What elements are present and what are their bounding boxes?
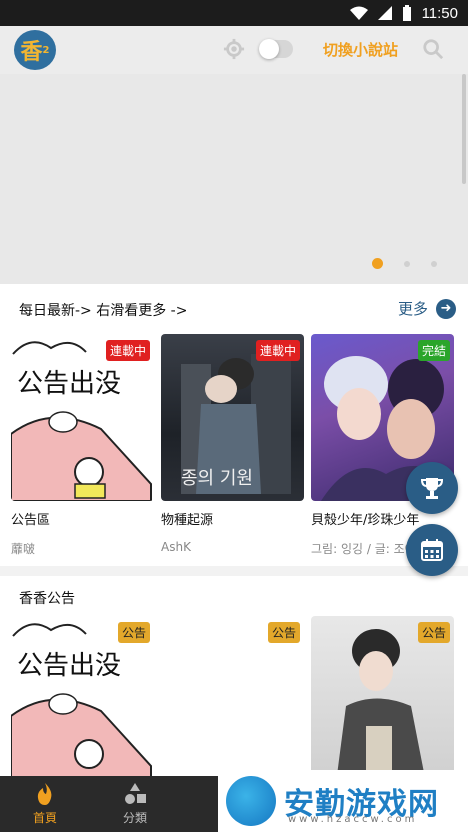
switch-site-button[interactable]: 切換小說站 bbox=[323, 39, 398, 60]
carousel-dot[interactable] bbox=[372, 258, 383, 269]
signal-icon bbox=[377, 6, 392, 20]
comic-author: AshK bbox=[161, 540, 191, 554]
comic-cover: 종의 기원 連載中 bbox=[161, 334, 304, 501]
notice-cover: 公告 bbox=[311, 616, 454, 776]
comic-title: 物種起源 bbox=[161, 513, 214, 528]
notice-section: 香香公告 公告出没 公告 公告 公告 bbox=[0, 576, 468, 776]
top-bar: 香2 切換小說站 bbox=[0, 26, 468, 74]
gear-icon[interactable] bbox=[223, 38, 245, 60]
daily-section: 每日最新-> 右滑看更多 -> 更多 ➜ 公告出没 連載中 公告區 蘼啵 종의 … bbox=[0, 284, 468, 566]
carousel-dot[interactable] bbox=[404, 260, 410, 267]
scrollbar[interactable] bbox=[462, 74, 466, 184]
logo-sup: 2 bbox=[42, 44, 50, 56]
flame-icon bbox=[37, 782, 52, 805]
battery-icon bbox=[402, 5, 411, 21]
calendar-button[interactable] bbox=[406, 524, 458, 576]
arrow-right-icon: ➜ bbox=[436, 298, 456, 319]
toggle-knob bbox=[259, 39, 279, 59]
section-title: 每日最新-> 右滑看更多 -> bbox=[19, 303, 188, 319]
search-icon[interactable] bbox=[422, 38, 444, 60]
notice-badge: 公告 bbox=[417, 622, 450, 643]
shapes-icon bbox=[125, 782, 146, 804]
more-button[interactable]: 更多 ➜ bbox=[398, 298, 456, 319]
notice-cover: 公告 bbox=[161, 616, 304, 776]
notice-card[interactable]: 公告 bbox=[161, 616, 304, 776]
comic-author: 蘼啵 bbox=[11, 542, 36, 556]
notice-card[interactable]: 公告出没 公告 bbox=[11, 616, 154, 776]
comic-title: 公告區 bbox=[11, 513, 51, 528]
calendar-icon bbox=[421, 539, 443, 561]
cover-text: 公告出没 bbox=[17, 651, 121, 681]
comic-card[interactable]: 종의 기원 連載中 物種起源 AshK bbox=[161, 334, 304, 554]
clock: 11:50 bbox=[421, 4, 458, 22]
more-label: 更多 bbox=[397, 300, 428, 318]
nav-label: 分類 bbox=[122, 810, 147, 825]
comic-cover: 公告出没 連載中 bbox=[11, 334, 154, 501]
watermark-logo bbox=[226, 776, 276, 826]
banner-carousel[interactable] bbox=[0, 74, 468, 284]
wifi-icon bbox=[349, 6, 368, 20]
status-badge: 連載中 bbox=[105, 340, 150, 361]
notice-badge: 公告 bbox=[267, 622, 300, 643]
nav-home[interactable]: 首頁 bbox=[0, 776, 90, 832]
watermark-url: www.hzaccw.com bbox=[288, 814, 418, 825]
ranking-button[interactable] bbox=[406, 462, 458, 514]
notice-badge: 公告 bbox=[117, 622, 150, 643]
notice-card[interactable]: 公告 bbox=[311, 616, 454, 776]
theme-toggle[interactable] bbox=[259, 39, 293, 59]
cover-text: 종의 기원 bbox=[181, 468, 253, 489]
notice-cover: 公告出没 公告 bbox=[11, 616, 154, 776]
section-title: 香香公告 bbox=[19, 591, 75, 607]
watermark: 安勤游戏网 www.hzaccw.com bbox=[218, 770, 468, 832]
logo-text: 香 bbox=[20, 40, 43, 65]
nav-category[interactable]: 分類 bbox=[90, 776, 180, 832]
status-badge: 連載中 bbox=[255, 340, 300, 361]
carousel-indicator bbox=[372, 258, 437, 269]
carousel-dot[interactable] bbox=[431, 260, 437, 267]
status-bar: 11:50 bbox=[0, 0, 468, 26]
nav-label: 首頁 bbox=[32, 810, 57, 825]
comic-card[interactable]: 公告出没 連載中 公告區 蘼啵 bbox=[11, 334, 154, 557]
status-badge: 完結 bbox=[417, 340, 450, 361]
trophy-icon bbox=[420, 478, 444, 499]
app-logo[interactable]: 香2 bbox=[14, 30, 56, 70]
cover-text: 公告出没 bbox=[17, 369, 121, 399]
